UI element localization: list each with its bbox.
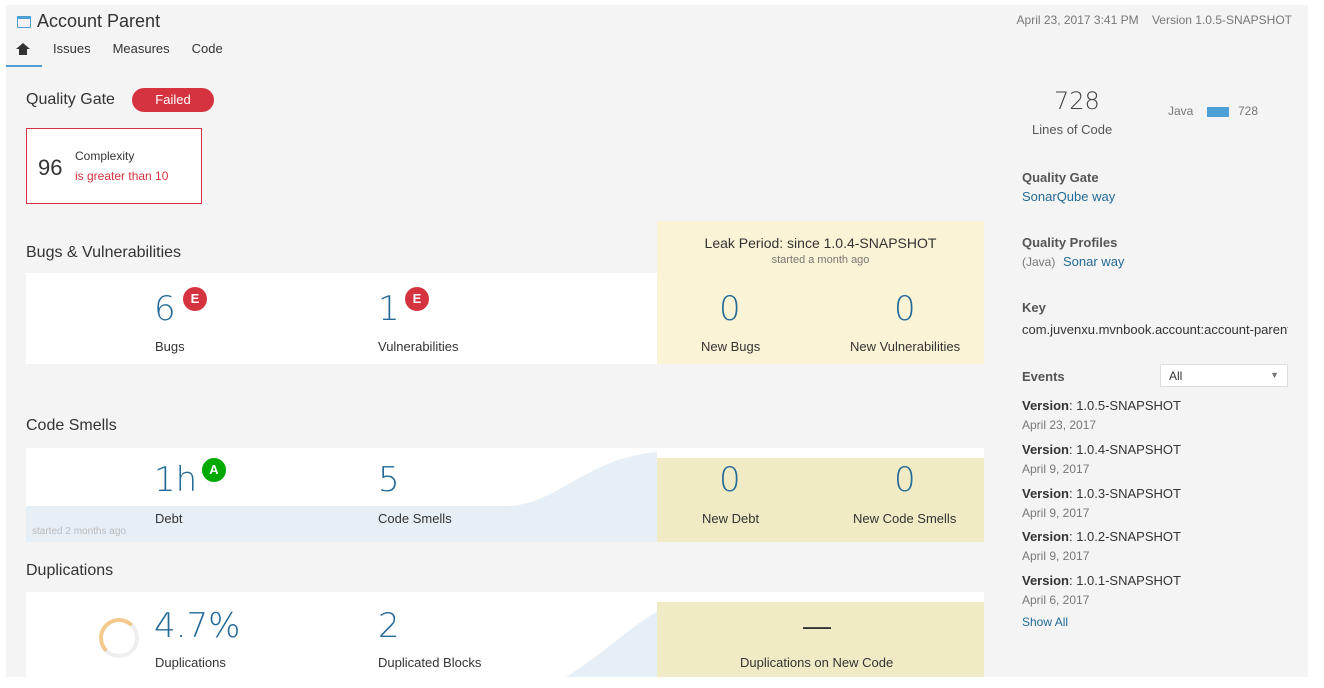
event-type: Version <box>1022 573 1069 588</box>
new-code-smells-value[interactable]: 0 <box>894 460 916 500</box>
duplications-value[interactable]: 4.7% <box>154 606 240 646</box>
code-smells-label: Code Smells <box>378 511 452 526</box>
new-debt-value[interactable]: 0 <box>719 460 741 500</box>
code-smells-value[interactable]: 5 <box>378 460 400 500</box>
code-smells-panel: 1h A Debt 5 Code Smells 0 New Debt 0 New… <box>26 448 984 542</box>
new-duplications-label: Duplications on New Code <box>740 655 894 670</box>
duplications-panel: 4.7% Duplications 2 Duplicated Blocks — … <box>26 592 984 677</box>
language-lines-value: 728 <box>1238 104 1259 118</box>
event-date: April 9, 2017 <box>1022 462 1090 476</box>
tab-issues[interactable]: Issues <box>42 35 102 67</box>
new-code-smells-label: New Code Smells <box>853 511 957 526</box>
event-name: : 1.0.2-SNAPSHOT <box>1068 529 1181 544</box>
project-sidebar: 728 Lines of Code Java 728 Quality Gate … <box>1022 67 1308 677</box>
tab-measures[interactable]: Measures <box>102 35 181 67</box>
event-name: : 1.0.5-SNAPSHOT <box>1068 398 1181 413</box>
key-title: Key <box>1022 300 1046 315</box>
duplications-label: Duplications <box>155 655 226 670</box>
bugs-rating-badge[interactable]: E <box>183 287 207 311</box>
new-vulnerabilities-value[interactable]: 0 <box>894 289 916 329</box>
new-bugs-value[interactable]: 0 <box>719 289 741 329</box>
condition-metric: Complexity <box>75 149 135 163</box>
quality-profiles-title: Quality Profiles <box>1022 235 1118 250</box>
new-vulnerabilities-label: New Vulnerabilities <box>850 339 961 354</box>
event-type: Version <box>1022 486 1069 501</box>
project-header: Account Parent April 23, 2017 3:41 PM Ve… <box>6 5 1308 67</box>
duplications-section-title: Duplications <box>26 562 114 579</box>
new-debt-label: New Debt <box>702 511 760 526</box>
condition-value: 96 <box>38 155 63 180</box>
event-name: : 1.0.3-SNAPSHOT <box>1068 486 1181 501</box>
show-all-events-link[interactable]: Show All <box>1022 615 1068 629</box>
event-type: Version <box>1022 442 1069 457</box>
chevron-down-icon: ▼ <box>1270 370 1279 380</box>
language-name: Java <box>1168 104 1194 118</box>
language-bar <box>1207 107 1229 117</box>
bugs-value[interactable]: 6 <box>154 289 176 329</box>
quality-gate-link[interactable]: SonarQube way <box>1022 189 1115 204</box>
analysis-version: Version 1.0.5-SNAPSHOT <box>1151 13 1292 27</box>
vulnerabilities-value[interactable]: 1 <box>378 289 400 329</box>
analysis-meta: April 23, 2017 3:41 PM Version 1.0.5-SNA… <box>1017 13 1292 27</box>
bugs-label: Bugs <box>155 339 185 354</box>
project-name[interactable]: Account Parent <box>37 11 160 32</box>
leak-period-subtitle: started a month ago <box>771 254 870 266</box>
event-name: : 1.0.1-SNAPSHOT <box>1068 573 1181 588</box>
new-bugs-label: New Bugs <box>701 339 761 354</box>
code-smells-section-title: Code Smells <box>26 417 117 434</box>
debt-label: Debt <box>155 511 183 526</box>
condition-operator: is greater than 10 <box>75 169 169 183</box>
dashboard-frame: Account Parent April 23, 2017 3:41 PM Ve… <box>6 5 1308 677</box>
quality-profile-link[interactable]: Sonar way <box>1063 254 1124 269</box>
event-item: Version: 1.0.2-SNAPSHOT April 9, 2017 <box>1022 529 1292 563</box>
leak-period-title: Leak Period: since 1.0.4-SNAPSHOT <box>704 235 937 251</box>
event-type: Version <box>1022 529 1069 544</box>
vulnerabilities-rating-badge[interactable]: E <box>405 287 429 311</box>
event-item: Version: 1.0.1-SNAPSHOT April 6, 2017 <box>1022 573 1292 607</box>
event-item: Version: 1.0.3-SNAPSHOT April 9, 2017 <box>1022 486 1292 520</box>
overview-main: Quality Gate Failed 96 Complexity is gre… <box>6 67 996 677</box>
leak-period-header: Leak Period: since 1.0.4-SNAPSHOT starte… <box>657 221 984 273</box>
duplicated-blocks-label: Duplicated Blocks <box>378 655 482 670</box>
vulnerabilities-label: Vulnerabilities <box>378 339 459 354</box>
project-key: com.juvenxu.mvnbook.account:account-pare… <box>1022 322 1288 337</box>
debt-value[interactable]: 1h <box>154 460 197 500</box>
profile-language: (Java) <box>1022 255 1056 269</box>
quality-gate-status-badge: Failed <box>132 88 214 112</box>
events-filter-select[interactable]: All ▼ <box>1160 364 1288 387</box>
bugs-panel: 6 E Bugs 1 E Vulnerabilities 0 New Bugs … <box>26 273 984 364</box>
event-date: April 9, 2017 <box>1022 506 1090 520</box>
home-icon <box>16 43 30 55</box>
events-filter-value: All <box>1169 369 1183 383</box>
project-title: Account Parent <box>17 11 160 32</box>
lines-of-code-label: Lines of Code <box>1032 122 1113 137</box>
duplications-donut-icon <box>99 618 139 658</box>
event-date: April 23, 2017 <box>1022 418 1097 432</box>
analysis-date: April 23, 2017 3:41 PM <box>1016 13 1139 27</box>
event-date: April 9, 2017 <box>1022 549 1090 563</box>
bugs-section-title: Bugs & Vulnerabilities <box>26 244 182 261</box>
lines-of-code-value[interactable]: 728 <box>1054 87 1100 115</box>
event-name: : 1.0.4-SNAPSHOT <box>1068 442 1181 457</box>
tab-code[interactable]: Code <box>181 35 234 67</box>
debt-history-note: started 2 months ago <box>32 526 126 537</box>
events-title: Events <box>1022 369 1065 384</box>
quality-gate-title: Quality Gate <box>26 91 115 108</box>
event-type: Version <box>1022 398 1069 413</box>
code-smells-leak-area <box>657 458 984 542</box>
event-item: Version: 1.0.5-SNAPSHOT April 23, 2017 <box>1022 398 1292 432</box>
new-duplications-value: — <box>803 610 831 641</box>
quality-gate-condition[interactable]: 96 Complexity is greater than 10 <box>26 128 202 204</box>
project-nav: Issues Measures Code <box>6 35 234 67</box>
tab-home[interactable] <box>6 35 42 67</box>
sidebar-quality-gate-title: Quality Gate <box>1022 170 1099 185</box>
duplicated-blocks-value[interactable]: 2 <box>378 606 400 646</box>
event-item: Version: 1.0.4-SNAPSHOT April 9, 2017 <box>1022 442 1292 476</box>
event-date: April 6, 2017 <box>1022 593 1090 607</box>
project-icon <box>17 15 31 28</box>
debt-rating-badge[interactable]: A <box>202 458 226 482</box>
